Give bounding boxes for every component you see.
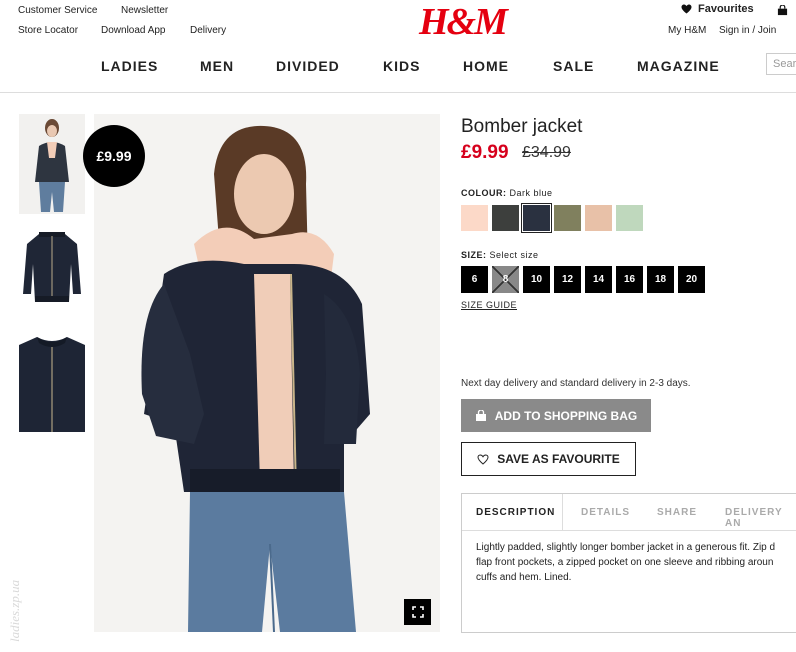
delivery-info: Next day delivery and standard delivery … bbox=[461, 378, 691, 389]
nav-men[interactable]: MEN bbox=[200, 58, 234, 74]
size-button[interactable]: 12 bbox=[554, 266, 581, 293]
colour-swatches bbox=[461, 203, 643, 233]
header-divider bbox=[0, 92, 796, 93]
product-title: Bomber jacket bbox=[461, 116, 583, 137]
tab-details[interactable]: DETAILS bbox=[581, 507, 630, 518]
save-favourite-label: SAVE AS FAVOURITE bbox=[497, 452, 620, 466]
thumbnail-jacket-detail[interactable] bbox=[19, 333, 85, 432]
tab-share[interactable]: SHARE bbox=[657, 507, 697, 518]
size-label-row: SIZE: Select size bbox=[461, 250, 539, 260]
nav-ladies[interactable]: LADIES bbox=[101, 58, 158, 74]
tab-delivery[interactable]: DELIVERY AN bbox=[725, 507, 796, 529]
active-tab-border bbox=[462, 494, 563, 530]
customer-service-link[interactable]: Customer Service bbox=[18, 5, 97, 16]
thumbnail-jacket-front[interactable] bbox=[19, 222, 85, 312]
watermark: ladies.zp.ua bbox=[7, 579, 22, 642]
store-locator-link[interactable]: Store Locator bbox=[18, 25, 78, 36]
product-price: £9.99 bbox=[461, 142, 509, 163]
favourites-link[interactable]: Favourites bbox=[681, 3, 754, 15]
save-favourite-button[interactable]: SAVE AS FAVOURITE bbox=[461, 442, 636, 476]
bag-icon bbox=[475, 409, 486, 421]
product-description: Lightly padded, slightly longer bomber j… bbox=[476, 540, 796, 585]
size-button[interactable]: 10 bbox=[523, 266, 550, 293]
colour-swatch[interactable] bbox=[492, 205, 519, 231]
size-button[interactable]: 16 bbox=[616, 266, 643, 293]
description-line-1: Lightly padded, slightly longer bomber j… bbox=[476, 542, 776, 553]
sign-in-link[interactable]: Sign in / Join bbox=[719, 25, 776, 36]
fullscreen-button[interactable] bbox=[404, 599, 431, 625]
nav-kids[interactable]: KIDS bbox=[383, 58, 420, 74]
colour-swatch[interactable] bbox=[616, 205, 643, 231]
favourites-label: Favourites bbox=[698, 3, 754, 15]
description-line-3: cuffs and hem. Lined. bbox=[476, 572, 572, 583]
size-label: SIZE: bbox=[461, 250, 487, 260]
size-button[interactable]: 8 bbox=[492, 266, 519, 293]
colour-swatch[interactable] bbox=[521, 203, 552, 233]
colour-swatch[interactable] bbox=[461, 205, 488, 231]
size-value: Select size bbox=[489, 250, 539, 260]
heart-outline-icon bbox=[477, 453, 489, 465]
bag-icon[interactable] bbox=[777, 3, 788, 21]
expand-icon bbox=[411, 606, 424, 618]
add-to-bag-label: ADD TO SHOPPING BAG bbox=[494, 408, 638, 423]
colour-swatch[interactable] bbox=[554, 205, 581, 231]
size-guide-link[interactable]: SIZE GUIDE bbox=[461, 300, 517, 310]
heart-icon bbox=[681, 4, 692, 14]
product-old-price: £34.99 bbox=[522, 144, 571, 161]
colour-label-row: COLOUR: Dark blue bbox=[461, 188, 553, 198]
nav-sale[interactable]: SALE bbox=[553, 58, 594, 74]
add-to-bag-button[interactable]: ADD TO SHOPPING BAG bbox=[461, 399, 651, 432]
price-badge: £9.99 bbox=[83, 125, 145, 187]
info-tabs-panel: DESCRIPTION DETAILS SHARE DELIVERY AN Li… bbox=[461, 493, 796, 633]
colour-swatch[interactable] bbox=[585, 205, 612, 231]
nav-home[interactable]: HOME bbox=[463, 58, 509, 74]
thumbnail-model[interactable] bbox=[19, 114, 85, 214]
product-main-image[interactable] bbox=[94, 114, 440, 632]
delivery-link[interactable]: Delivery bbox=[190, 25, 226, 36]
colour-value: Dark blue bbox=[509, 188, 553, 198]
description-line-2: flap front pockets, a zipped pocket on o… bbox=[476, 557, 774, 568]
nav-magazine[interactable]: MAGAZINE bbox=[637, 58, 720, 74]
my-hm-link[interactable]: My H&M bbox=[668, 25, 706, 36]
size-button[interactable]: 6 bbox=[461, 266, 488, 293]
nav-divided[interactable]: DIVIDED bbox=[276, 58, 340, 74]
colour-label: COLOUR: bbox=[461, 188, 507, 198]
size-button[interactable]: 20 bbox=[678, 266, 705, 293]
size-button[interactable]: 14 bbox=[585, 266, 612, 293]
search-input[interactable]: Sear bbox=[766, 53, 796, 75]
hm-logo[interactable]: H&M bbox=[419, 0, 508, 44]
download-app-link[interactable]: Download App bbox=[101, 25, 166, 36]
newsletter-link[interactable]: Newsletter bbox=[121, 5, 168, 16]
tab-bar: DESCRIPTION DETAILS SHARE DELIVERY AN bbox=[462, 494, 796, 531]
size-buttons: 6 8 10 12 14 16 18 20 bbox=[461, 266, 705, 293]
size-button[interactable]: 18 bbox=[647, 266, 674, 293]
